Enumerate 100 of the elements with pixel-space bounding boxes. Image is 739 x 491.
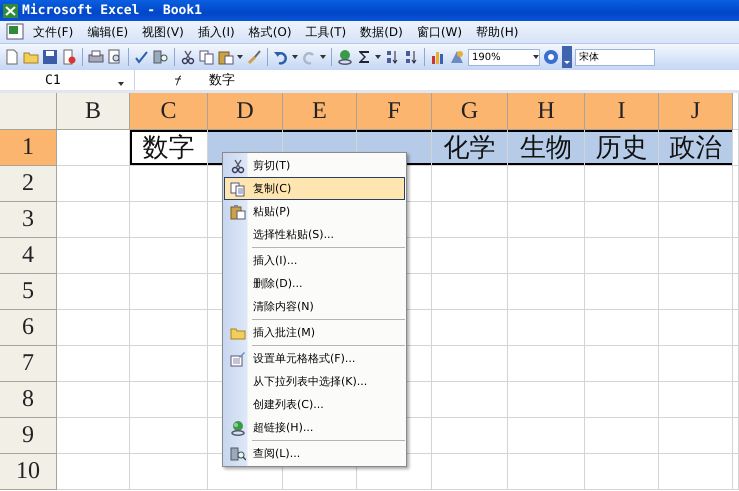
table-cell[interactable] xyxy=(659,166,733,202)
table-cell[interactable] xyxy=(733,454,739,490)
table-cell[interactable] xyxy=(57,310,130,346)
table-cell[interactable] xyxy=(585,166,659,202)
menu-item[interactable]: 编辑(E) xyxy=(80,24,136,40)
table-cell[interactable] xyxy=(659,202,733,238)
menu-item[interactable]: 格式(O) xyxy=(242,24,299,40)
context-menu-item[interactable]: 清除内容(N) xyxy=(224,295,405,318)
table-cell[interactable] xyxy=(130,274,208,310)
table-cell[interactable] xyxy=(432,346,508,382)
context-menu-item[interactable]: 选择性粘贴(S)... xyxy=(224,223,405,246)
table-cell[interactable] xyxy=(733,130,739,166)
table-cell[interactable] xyxy=(57,202,130,238)
sum-icon[interactable] xyxy=(356,49,372,65)
row-header[interactable]: 3 xyxy=(0,202,57,238)
menu-item[interactable]: 窗口(W) xyxy=(410,24,470,40)
toolbar-options-icon[interactable] xyxy=(562,46,572,68)
table-cell[interactable] xyxy=(659,454,733,490)
table-cell[interactable] xyxy=(130,382,208,418)
context-menu-item[interactable]: 剪切(T) xyxy=(224,154,405,177)
table-cell[interactable] xyxy=(585,202,659,238)
context-menu-item[interactable]: 超链接(H)... xyxy=(224,416,405,439)
table-cell[interactable] xyxy=(57,382,130,418)
table-cell[interactable] xyxy=(585,454,659,490)
table-cell[interactable] xyxy=(432,238,508,274)
table-cell[interactable]: 化学 xyxy=(432,130,508,166)
table-cell[interactable]: 生物 xyxy=(508,130,585,166)
table-cell[interactable] xyxy=(130,166,208,202)
table-cell[interactable] xyxy=(508,418,585,454)
dropdown-arrow-icon[interactable] xyxy=(533,55,539,59)
row-header[interactable]: 1 xyxy=(0,130,57,166)
row-header[interactable]: 8 xyxy=(0,382,57,418)
column-header[interactable]: B xyxy=(57,93,130,130)
table-cell[interactable] xyxy=(733,238,739,274)
table-cell[interactable] xyxy=(585,346,659,382)
menu-item[interactable]: 插入(I) xyxy=(190,24,242,40)
formula-field[interactable]: 数字 xyxy=(209,71,235,89)
new-file-icon[interactable] xyxy=(4,49,20,65)
table-cell[interactable] xyxy=(585,238,659,274)
table-cell[interactable] xyxy=(585,310,659,346)
globe-link-icon[interactable] xyxy=(337,49,353,65)
permission-icon[interactable] xyxy=(61,49,77,65)
sort-ascending-icon[interactable] xyxy=(384,49,400,65)
table-cell[interactable] xyxy=(508,166,585,202)
table-cell[interactable]: 政治 xyxy=(659,130,733,166)
table-cell[interactable] xyxy=(733,310,739,346)
table-cell[interactable] xyxy=(659,382,733,418)
table-cell[interactable] xyxy=(733,418,739,454)
row-header[interactable]: 7 xyxy=(0,346,57,382)
table-cell[interactable] xyxy=(57,346,130,382)
table-cell[interactable]: 历史 xyxy=(585,130,659,166)
table-cell[interactable] xyxy=(733,202,739,238)
table-cell[interactable] xyxy=(432,382,508,418)
table-cell[interactable] xyxy=(659,238,733,274)
table-cell[interactable] xyxy=(130,346,208,382)
table-cell[interactable] xyxy=(130,454,208,490)
table-cell[interactable] xyxy=(130,310,208,346)
menu-item[interactable]: 文件(F) xyxy=(26,24,80,40)
name-box[interactable]: C1 xyxy=(0,70,135,90)
table-cell[interactable] xyxy=(432,310,508,346)
copy-icon[interactable] xyxy=(199,49,215,65)
font-combo[interactable]: 宋体 xyxy=(575,48,655,66)
dropdown-arrow-icon[interactable] xyxy=(292,55,298,59)
menu-item[interactable]: 帮助(H) xyxy=(469,24,526,40)
table-cell[interactable] xyxy=(659,274,733,310)
dropdown-arrow-icon[interactable] xyxy=(118,82,124,86)
column-header[interactable]: D xyxy=(208,93,283,130)
table-cell[interactable] xyxy=(432,202,508,238)
table-cell[interactable] xyxy=(57,274,130,310)
table-cell[interactable] xyxy=(508,274,585,310)
table-cell[interactable] xyxy=(432,454,508,490)
context-menu-item[interactable]: 从下拉列表中选择(K)... xyxy=(224,370,405,393)
dropdown-arrow-icon[interactable] xyxy=(320,55,326,59)
context-menu-item[interactable]: 复制(C) xyxy=(224,177,405,200)
column-header[interactable]: E xyxy=(283,93,357,130)
context-menu-item[interactable]: 创建列表(C)... xyxy=(224,393,405,416)
table-cell[interactable] xyxy=(733,93,739,130)
dropdown-arrow-icon[interactable] xyxy=(375,55,381,59)
sort-descending-icon[interactable] xyxy=(403,49,419,65)
workbook-icon[interactable] xyxy=(4,23,26,41)
table-cell[interactable] xyxy=(57,130,130,166)
column-header[interactable]: C xyxy=(130,93,208,130)
row-header[interactable]: 5 xyxy=(0,274,57,310)
context-menu-item[interactable]: 设置单元格格式(F)... xyxy=(224,347,405,370)
help-icon[interactable] xyxy=(543,49,559,65)
menu-item[interactable]: 数据(D) xyxy=(353,24,410,40)
row-header[interactable]: 6 xyxy=(0,310,57,346)
spelling-icon[interactable] xyxy=(134,49,150,65)
table-cell[interactable] xyxy=(733,382,739,418)
column-header[interactable]: I xyxy=(585,93,659,130)
dropdown-arrow-icon[interactable] xyxy=(237,55,243,59)
chart-icon[interactable] xyxy=(430,49,446,65)
table-cell[interactable] xyxy=(508,346,585,382)
table-cell[interactable] xyxy=(130,418,208,454)
zoom-combo[interactable]: 190% xyxy=(468,48,540,66)
select-all-corner[interactable] xyxy=(0,93,57,130)
drawing-icon[interactable] xyxy=(449,49,465,65)
column-header[interactable]: G xyxy=(432,93,508,130)
row-header[interactable]: 2 xyxy=(0,166,57,202)
table-cell[interactable] xyxy=(585,382,659,418)
